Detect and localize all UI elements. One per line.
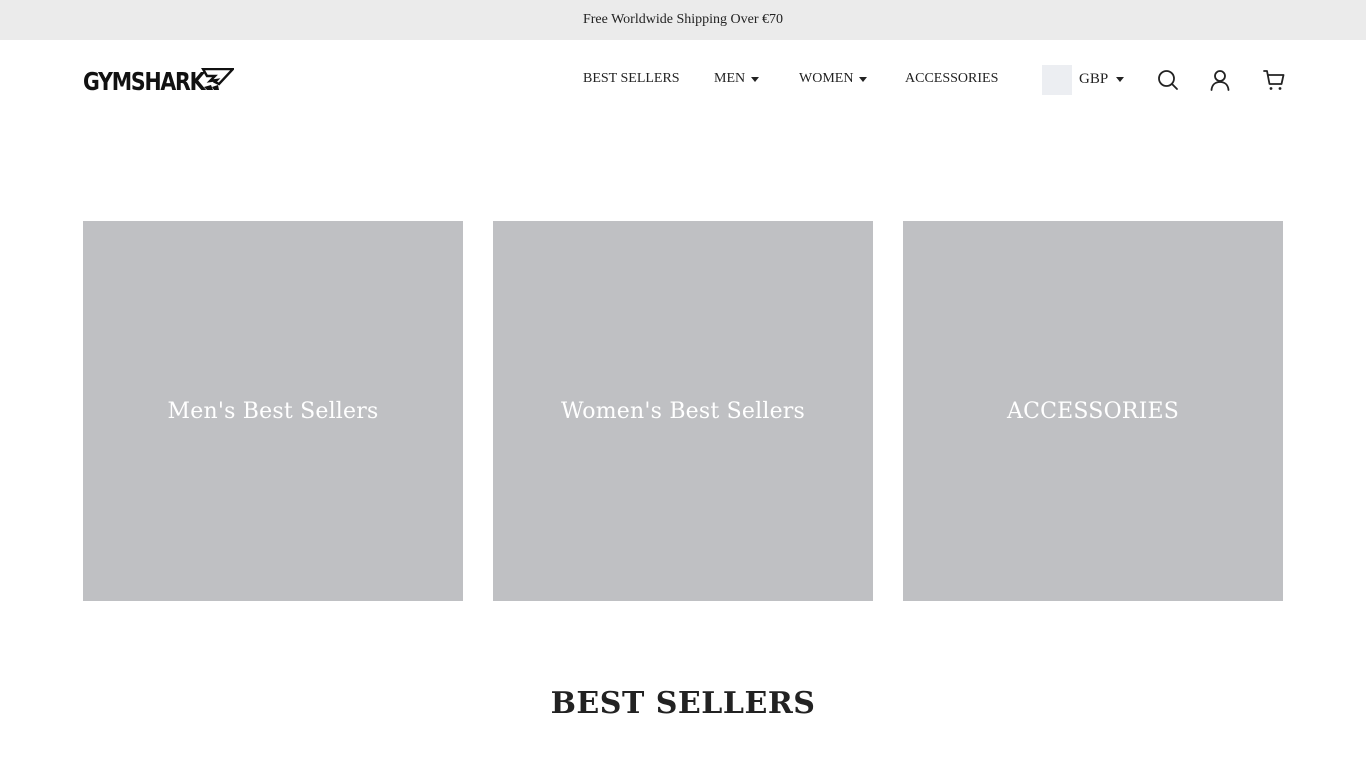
currency-selector[interactable]: GBP <box>1079 71 1125 88</box>
cart-button[interactable] <box>1262 68 1286 92</box>
country-flag-icon[interactable] <box>1042 65 1072 95</box>
cart-icon <box>1263 70 1285 90</box>
tile-label: Men's Best Sellers <box>167 398 379 424</box>
caret-down-icon <box>1116 77 1125 82</box>
tile-womens-best-sellers[interactable]: Women's Best Sellers <box>493 221 873 601</box>
gymshark-logo[interactable]: GYMSHARK <box>83 66 234 96</box>
nav-men-label: MEN <box>714 71 746 86</box>
announcement-text: Free Worldwide Shipping Over €70 <box>582 12 784 27</box>
user-icon <box>1210 70 1230 91</box>
logo-text: GYMSHARK <box>83 66 205 96</box>
nav-accessories[interactable]: ACCESSORIES <box>905 71 998 87</box>
shark-logo-icon <box>201 68 234 90</box>
caret-down-icon <box>859 76 868 82</box>
nav-men[interactable]: MEN <box>714 71 760 87</box>
nav-accessories-label: ACCESSORIES <box>905 71 999 86</box>
account-button[interactable] <box>1208 68 1232 92</box>
nav-best-sellers-label: BEST SELLERS <box>583 71 680 86</box>
tile-mens-best-sellers[interactable]: Men's Best Sellers <box>83 221 463 601</box>
announcement-bar: Free Worldwide Shipping Over €70 <box>0 0 1366 40</box>
currency-label: GBP <box>1079 71 1109 87</box>
caret-down-icon <box>751 76 760 82</box>
category-tiles: Men's Best Sellers Women's Best Sellers … <box>83 221 1283 601</box>
nav-women-label: WOMEN <box>799 71 854 86</box>
nav-best-sellers[interactable]: BEST SELLERS <box>583 71 680 87</box>
search-icon <box>1158 70 1178 90</box>
best-sellers-heading: BEST SELLERS <box>550 686 816 721</box>
tile-label: Women's Best Sellers <box>560 398 806 424</box>
search-button[interactable] <box>1156 68 1180 92</box>
tile-label: ACCESSORIES <box>1007 398 1179 424</box>
tile-accessories[interactable]: ACCESSORIES <box>903 221 1283 601</box>
nav-women[interactable]: WOMEN <box>799 71 868 87</box>
